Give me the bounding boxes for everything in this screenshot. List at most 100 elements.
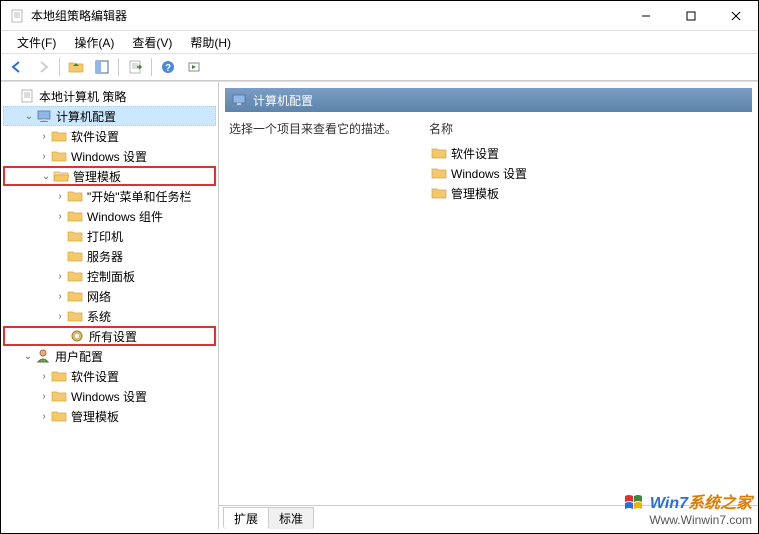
expand-icon[interactable]: › bbox=[53, 291, 67, 302]
tree-printers[interactable]: 打印机 bbox=[3, 226, 216, 246]
tree-user-windows[interactable]: › Windows 设置 bbox=[3, 386, 216, 406]
toolbar-separator bbox=[59, 58, 60, 76]
document-icon bbox=[19, 88, 35, 104]
folder-icon bbox=[431, 165, 447, 181]
list-item-label: 管理模板 bbox=[451, 185, 499, 202]
toolbar: ? bbox=[1, 53, 758, 81]
details-body: 选择一个项目来查看它的描述。 名称 软件设置 Windows 设置 管理模板 bbox=[219, 114, 758, 505]
tree-label: Windows 组件 bbox=[87, 208, 163, 225]
show-tree-button[interactable] bbox=[90, 56, 114, 78]
computer-icon bbox=[231, 92, 247, 108]
forward-button[interactable] bbox=[31, 56, 55, 78]
back-button[interactable] bbox=[5, 56, 29, 78]
tree-label: 管理模板 bbox=[73, 168, 121, 185]
folder-icon bbox=[67, 228, 83, 244]
expand-icon[interactable]: › bbox=[53, 211, 67, 222]
menu-action[interactable]: 操作(A) bbox=[66, 32, 122, 53]
window-title: 本地组策略编辑器 bbox=[31, 7, 623, 24]
folder-icon bbox=[51, 388, 67, 404]
tree-label: 计算机配置 bbox=[56, 108, 116, 125]
menu-help[interactable]: 帮助(H) bbox=[182, 32, 239, 53]
tree-label: 本地计算机 策略 bbox=[39, 88, 126, 105]
tree-system[interactable]: › 系统 bbox=[3, 306, 216, 326]
list-item-windows[interactable]: Windows 设置 bbox=[429, 163, 748, 183]
tree-start-menu-taskbar[interactable]: › "开始"菜单和任务栏 bbox=[3, 186, 216, 206]
expand-icon[interactable]: › bbox=[53, 311, 67, 322]
column-header-name[interactable]: 名称 bbox=[429, 120, 748, 139]
folder-icon bbox=[51, 408, 67, 424]
tree-label: 系统 bbox=[87, 308, 111, 325]
expand-icon[interactable]: › bbox=[37, 151, 51, 162]
tree-all-settings[interactable]: 所有设置 bbox=[3, 326, 216, 346]
tree-label: Windows 设置 bbox=[71, 148, 147, 165]
list-item-templates[interactable]: 管理模板 bbox=[429, 183, 748, 203]
tree-root[interactable]: 本地计算机 策略 bbox=[3, 86, 216, 106]
folder-icon bbox=[431, 185, 447, 201]
details-header: 计算机配置 bbox=[225, 88, 752, 112]
expand-icon[interactable]: › bbox=[53, 271, 67, 282]
tree-label: 所有设置 bbox=[89, 328, 137, 345]
tree-label: 管理模板 bbox=[71, 408, 119, 425]
tree-control-panel[interactable]: › 控制面板 bbox=[3, 266, 216, 286]
tree-windows-components[interactable]: › Windows 组件 bbox=[3, 206, 216, 226]
menu-view[interactable]: 查看(V) bbox=[124, 32, 180, 53]
menu-file[interactable]: 文件(F) bbox=[9, 32, 64, 53]
tree-label: 用户配置 bbox=[55, 348, 103, 365]
minimize-button[interactable] bbox=[623, 1, 668, 30]
tree-label: Windows 设置 bbox=[71, 388, 147, 405]
expand-icon[interactable]: › bbox=[53, 191, 67, 202]
folder-icon bbox=[51, 128, 67, 144]
folder-icon bbox=[67, 288, 83, 304]
expand-icon[interactable]: › bbox=[37, 391, 51, 402]
tab-bar: 扩展 标准 bbox=[219, 505, 758, 529]
run-button[interactable] bbox=[182, 56, 206, 78]
tree-user-templates[interactable]: › 管理模板 bbox=[3, 406, 216, 426]
tree-user-config[interactable]: ⌄ 用户配置 bbox=[3, 346, 216, 366]
help-button[interactable]: ? bbox=[156, 56, 180, 78]
toolbar-separator bbox=[151, 58, 152, 76]
tree-user-software[interactable]: › 软件设置 bbox=[3, 366, 216, 386]
tree-pane[interactable]: 本地计算机 策略 ⌄ 计算机配置 › 软件设置 › Windows 设置 ⌄ 管… bbox=[1, 82, 219, 529]
tree-windows-settings[interactable]: › Windows 设置 bbox=[3, 146, 216, 166]
tree-network[interactable]: › 网络 bbox=[3, 286, 216, 306]
export-button[interactable] bbox=[123, 56, 147, 78]
folder-icon bbox=[51, 148, 67, 164]
tree-label: 软件设置 bbox=[71, 368, 119, 385]
tree-admin-templates[interactable]: ⌄ 管理模板 bbox=[3, 166, 216, 186]
list-item-software[interactable]: 软件设置 bbox=[429, 143, 748, 163]
close-button[interactable] bbox=[713, 1, 758, 30]
folder-icon bbox=[51, 368, 67, 384]
tree-software-settings[interactable]: › 软件设置 bbox=[3, 126, 216, 146]
folder-icon bbox=[67, 248, 83, 264]
tab-extended[interactable]: 扩展 bbox=[223, 507, 269, 529]
menubar: 文件(F) 操作(A) 查看(V) 帮助(H) bbox=[1, 31, 758, 53]
collapse-icon[interactable]: ⌄ bbox=[39, 171, 53, 182]
folder-icon bbox=[431, 145, 447, 161]
list-item-label: Windows 设置 bbox=[451, 165, 527, 182]
tab-standard[interactable]: 标准 bbox=[268, 507, 314, 529]
maximize-button[interactable] bbox=[668, 1, 713, 30]
tree-label: "开始"菜单和任务栏 bbox=[87, 188, 192, 205]
content-area: 本地计算机 策略 ⌄ 计算机配置 › 软件设置 › Windows 设置 ⌄ 管… bbox=[1, 81, 758, 529]
details-pane: 计算机配置 选择一个项目来查看它的描述。 名称 软件设置 Windows 设置 … bbox=[219, 82, 758, 529]
folder-icon bbox=[67, 208, 83, 224]
folder-open-icon bbox=[53, 168, 69, 184]
tree-label: 软件设置 bbox=[71, 128, 119, 145]
gear-icon bbox=[69, 328, 85, 344]
collapse-icon[interactable]: ⌄ bbox=[21, 351, 35, 362]
tree-label: 服务器 bbox=[87, 248, 123, 265]
up-button[interactable] bbox=[64, 56, 88, 78]
description-prompt: 选择一个项目来查看它的描述。 bbox=[229, 120, 429, 499]
tree-label: 网络 bbox=[87, 288, 111, 305]
app-icon bbox=[9, 8, 25, 24]
user-icon bbox=[35, 348, 51, 364]
tree-server[interactable]: 服务器 bbox=[3, 246, 216, 266]
expand-icon[interactable]: › bbox=[37, 371, 51, 382]
collapse-icon[interactable]: ⌄ bbox=[22, 111, 36, 122]
list-item-label: 软件设置 bbox=[451, 145, 499, 162]
tree-computer-config[interactable]: ⌄ 计算机配置 bbox=[3, 106, 216, 126]
expand-icon[interactable]: › bbox=[37, 131, 51, 142]
tree-label: 控制面板 bbox=[87, 268, 135, 285]
computer-icon bbox=[36, 108, 52, 124]
expand-icon[interactable]: › bbox=[37, 411, 51, 422]
